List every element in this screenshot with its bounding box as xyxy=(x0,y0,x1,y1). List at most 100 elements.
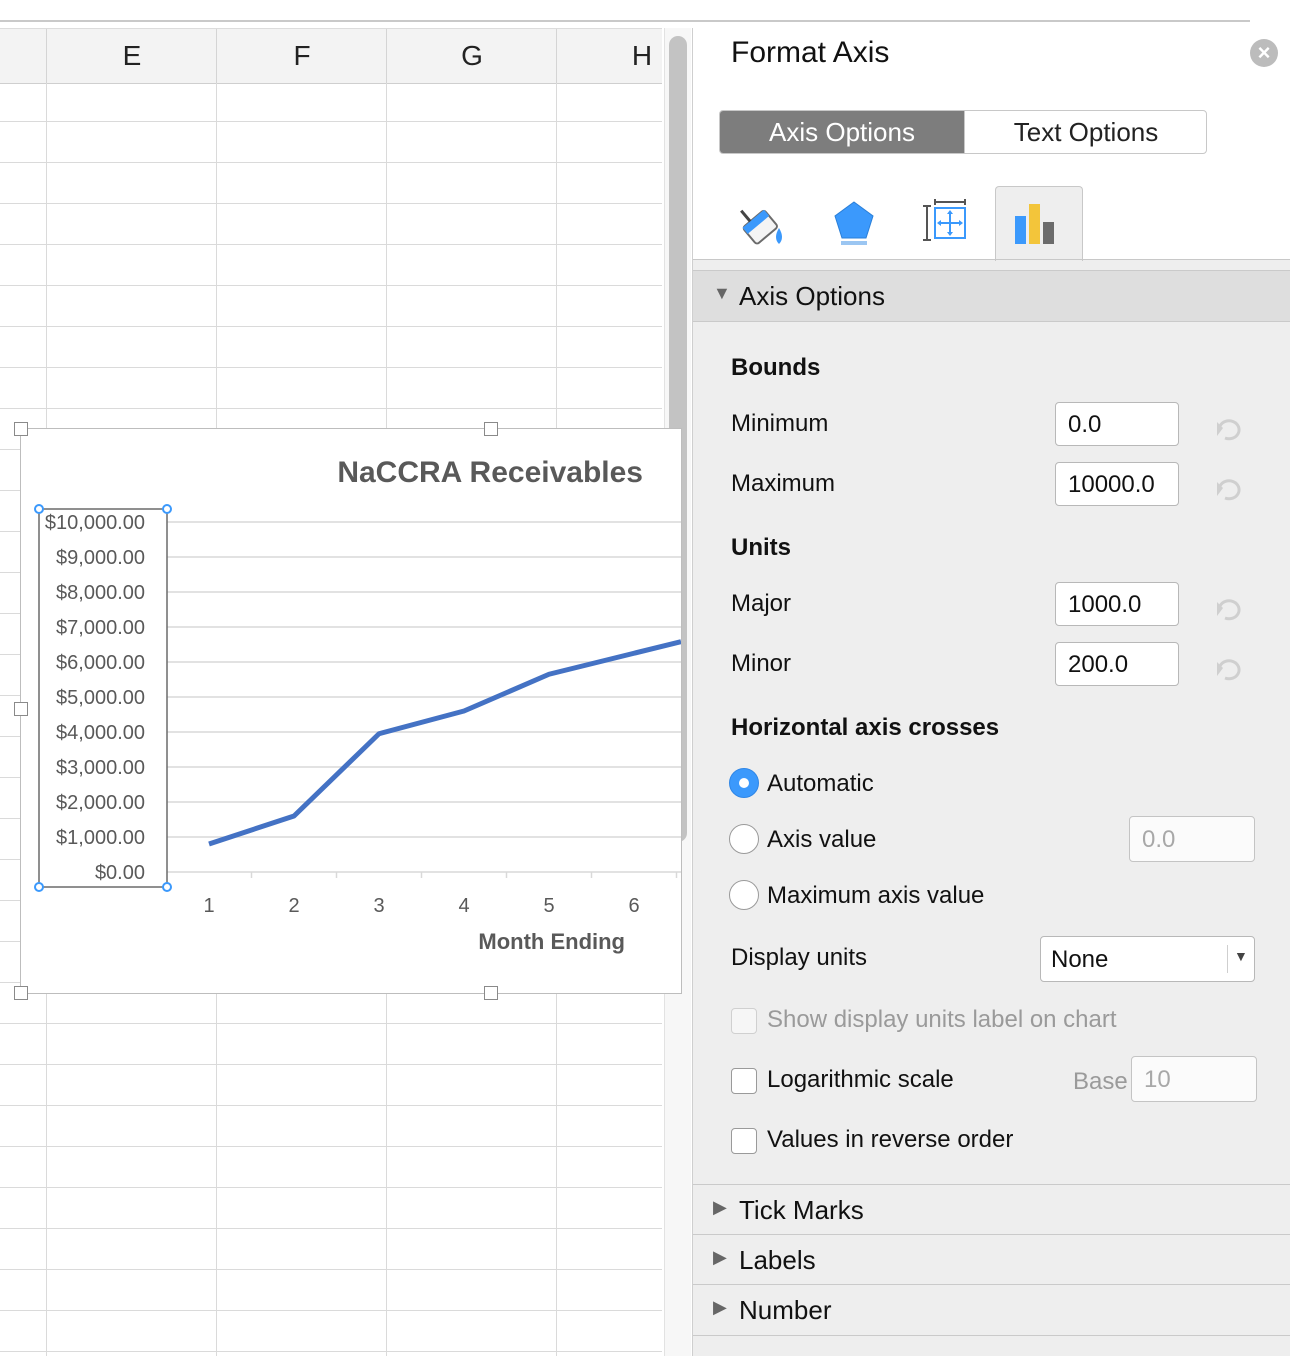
grid-row-line xyxy=(0,367,662,368)
base-label: Base xyxy=(1073,1068,1128,1095)
expand-triangle-icon: ▶ xyxy=(713,1197,727,1217)
chart-svg: $10,000.00 $9,000.00 $8,000.00 $7,000.00 $6,… xyxy=(34,456,681,954)
x-tick-label: 1 xyxy=(203,895,214,917)
grid-row-line xyxy=(0,1310,662,1311)
section-number[interactable]: ▶ Number xyxy=(693,1284,1290,1336)
grid-row-line xyxy=(0,1351,662,1352)
grid-row-line xyxy=(0,1187,662,1188)
reset-minimum-icon[interactable] xyxy=(1211,414,1245,442)
chart-resize-handle[interactable] xyxy=(14,986,28,1000)
grid-row-line xyxy=(0,326,662,327)
grid-row-line xyxy=(0,203,662,204)
expand-triangle-icon: ▶ xyxy=(713,1247,727,1267)
section-labels[interactable]: ▶ Labels xyxy=(693,1234,1290,1286)
radio-axis-value[interactable] xyxy=(729,824,759,854)
units-heading: Units xyxy=(731,534,791,561)
chart-resize-handle[interactable] xyxy=(14,702,28,716)
minor-input[interactable]: 200.0 xyxy=(1055,642,1179,686)
x-tick-label: 3 xyxy=(373,895,384,917)
select-divider xyxy=(1227,945,1228,973)
chart-title[interactable]: NaCCRA Receivables xyxy=(337,456,643,489)
major-input[interactable]: 1000.0 xyxy=(1055,582,1179,626)
y-tick-label: $7,000.00 xyxy=(56,617,145,639)
effects-icon[interactable] xyxy=(819,188,889,258)
minimum-input[interactable]: 0.0 xyxy=(1055,402,1179,446)
y-tick-label: $6,000.00 xyxy=(56,652,145,674)
y-tick-label: $2,000.00 xyxy=(56,792,145,814)
chart-resize-handle[interactable] xyxy=(484,422,498,436)
fill-line-icon[interactable] xyxy=(729,188,799,258)
y-tick-label: $0.00 xyxy=(95,862,145,884)
radio-maximum-axis-value[interactable] xyxy=(729,880,759,910)
section-axis-options[interactable]: ▼ Axis Options xyxy=(693,270,1290,322)
tab-text-options[interactable]: Text Options xyxy=(964,111,1206,153)
y-tick-label: $9,000.00 xyxy=(56,547,145,569)
axis-selection-handle[interactable] xyxy=(162,504,172,514)
radio-automatic-label[interactable]: Automatic xyxy=(767,770,874,798)
reset-maximum-icon[interactable] xyxy=(1211,474,1245,502)
radio-automatic[interactable] xyxy=(729,768,759,798)
grid-row-line xyxy=(0,121,662,122)
series-line[interactable] xyxy=(208,639,681,847)
close-icon[interactable]: × xyxy=(1250,39,1278,67)
tab-axis-options[interactable]: Axis Options xyxy=(720,111,964,153)
major-label: Major xyxy=(731,590,792,617)
chart-resize-handle[interactable] xyxy=(14,422,28,436)
y-tick-label: $4,000.00 xyxy=(56,722,145,744)
display-units-value: None xyxy=(1051,946,1109,973)
column-header-e[interactable]: E xyxy=(46,29,217,83)
pane-title: Format Axis xyxy=(731,36,890,69)
reset-minor-icon[interactable] xyxy=(1211,654,1245,682)
chart-object[interactable]: $10,000.00 $9,000.00 $8,000.00 $7,000.00 $6,… xyxy=(20,428,682,994)
grid-row-line xyxy=(0,1064,662,1065)
axis-selection-handle[interactable] xyxy=(34,882,44,892)
grid-row-line xyxy=(0,1269,662,1270)
chart-resize-handle[interactable] xyxy=(484,986,498,1000)
column-headers: E F G H xyxy=(0,28,662,84)
grid-row-line xyxy=(0,285,662,286)
radio-maximum-axis-value-label[interactable]: Maximum axis value xyxy=(767,882,984,910)
format-axis-pane: Format Axis × Axis Options Text Options xyxy=(692,28,1290,1356)
x-tick-label: 6 xyxy=(628,895,639,917)
section-tick-marks-label: Tick Marks xyxy=(739,1195,864,1225)
radio-axis-value-label[interactable]: Axis value xyxy=(767,826,876,854)
log-scale-checkbox[interactable] xyxy=(731,1068,757,1094)
display-units-label: Display units xyxy=(731,944,868,971)
axis-selection-handle[interactable] xyxy=(34,504,44,514)
x-tick-label: 5 xyxy=(543,895,554,917)
show-units-checkbox[interactable] xyxy=(731,1008,757,1034)
maximum-input[interactable]: 10000.0 xyxy=(1055,462,1179,506)
reverse-order-checkbox[interactable] xyxy=(731,1128,757,1154)
y-tick-label: $8,000.00 xyxy=(56,582,145,604)
x-tick-label: 4 xyxy=(458,895,469,917)
x-tick-label: 2 xyxy=(288,895,299,917)
minimum-label: Minimum xyxy=(731,410,829,437)
x-axis-title[interactable]: Month Ending xyxy=(478,929,625,954)
grid-row-line xyxy=(0,1105,662,1106)
reset-major-icon[interactable] xyxy=(1211,594,1245,622)
log-scale-label[interactable]: Logarithmic scale xyxy=(767,1066,954,1094)
show-units-label: Show display units label on chart xyxy=(767,1006,1117,1033)
chevron-down-icon: ▼ xyxy=(1234,948,1248,964)
reverse-order-label[interactable]: Values in reverse order xyxy=(767,1126,1013,1154)
y-tick-label: $5,000.00 xyxy=(56,687,145,709)
size-properties-icon[interactable] xyxy=(909,188,979,258)
grid-row-line xyxy=(0,408,662,409)
section-tick-marks[interactable]: ▶ Tick Marks xyxy=(693,1184,1290,1236)
axis-value-input[interactable]: 0.0 xyxy=(1129,816,1255,862)
base-input[interactable]: 10 xyxy=(1131,1056,1257,1102)
grid-row-line xyxy=(0,162,662,163)
spreadsheet-area: E F G H $10,000.00 $9,000.00 $8,000.00 $7,0… xyxy=(0,0,1250,1356)
crosses-heading: Horizontal axis crosses xyxy=(731,714,1000,741)
icon-tabs-divider xyxy=(693,259,1290,260)
column-header-g[interactable]: G xyxy=(386,29,557,83)
y-tick-label: $1,000.00 xyxy=(56,827,145,849)
minor-label: Minor xyxy=(731,650,792,677)
axis-selection-handle[interactable] xyxy=(162,882,172,892)
grid-row-line xyxy=(0,244,662,245)
options-segmented-control: Axis Options Text Options xyxy=(719,110,1207,154)
column-header-f[interactable]: F xyxy=(216,29,387,83)
y-tick-label: $10,000.00 xyxy=(45,512,145,534)
axis-options-icon[interactable] xyxy=(1003,188,1073,258)
display-units-select[interactable]: None ▼ xyxy=(1040,936,1255,982)
